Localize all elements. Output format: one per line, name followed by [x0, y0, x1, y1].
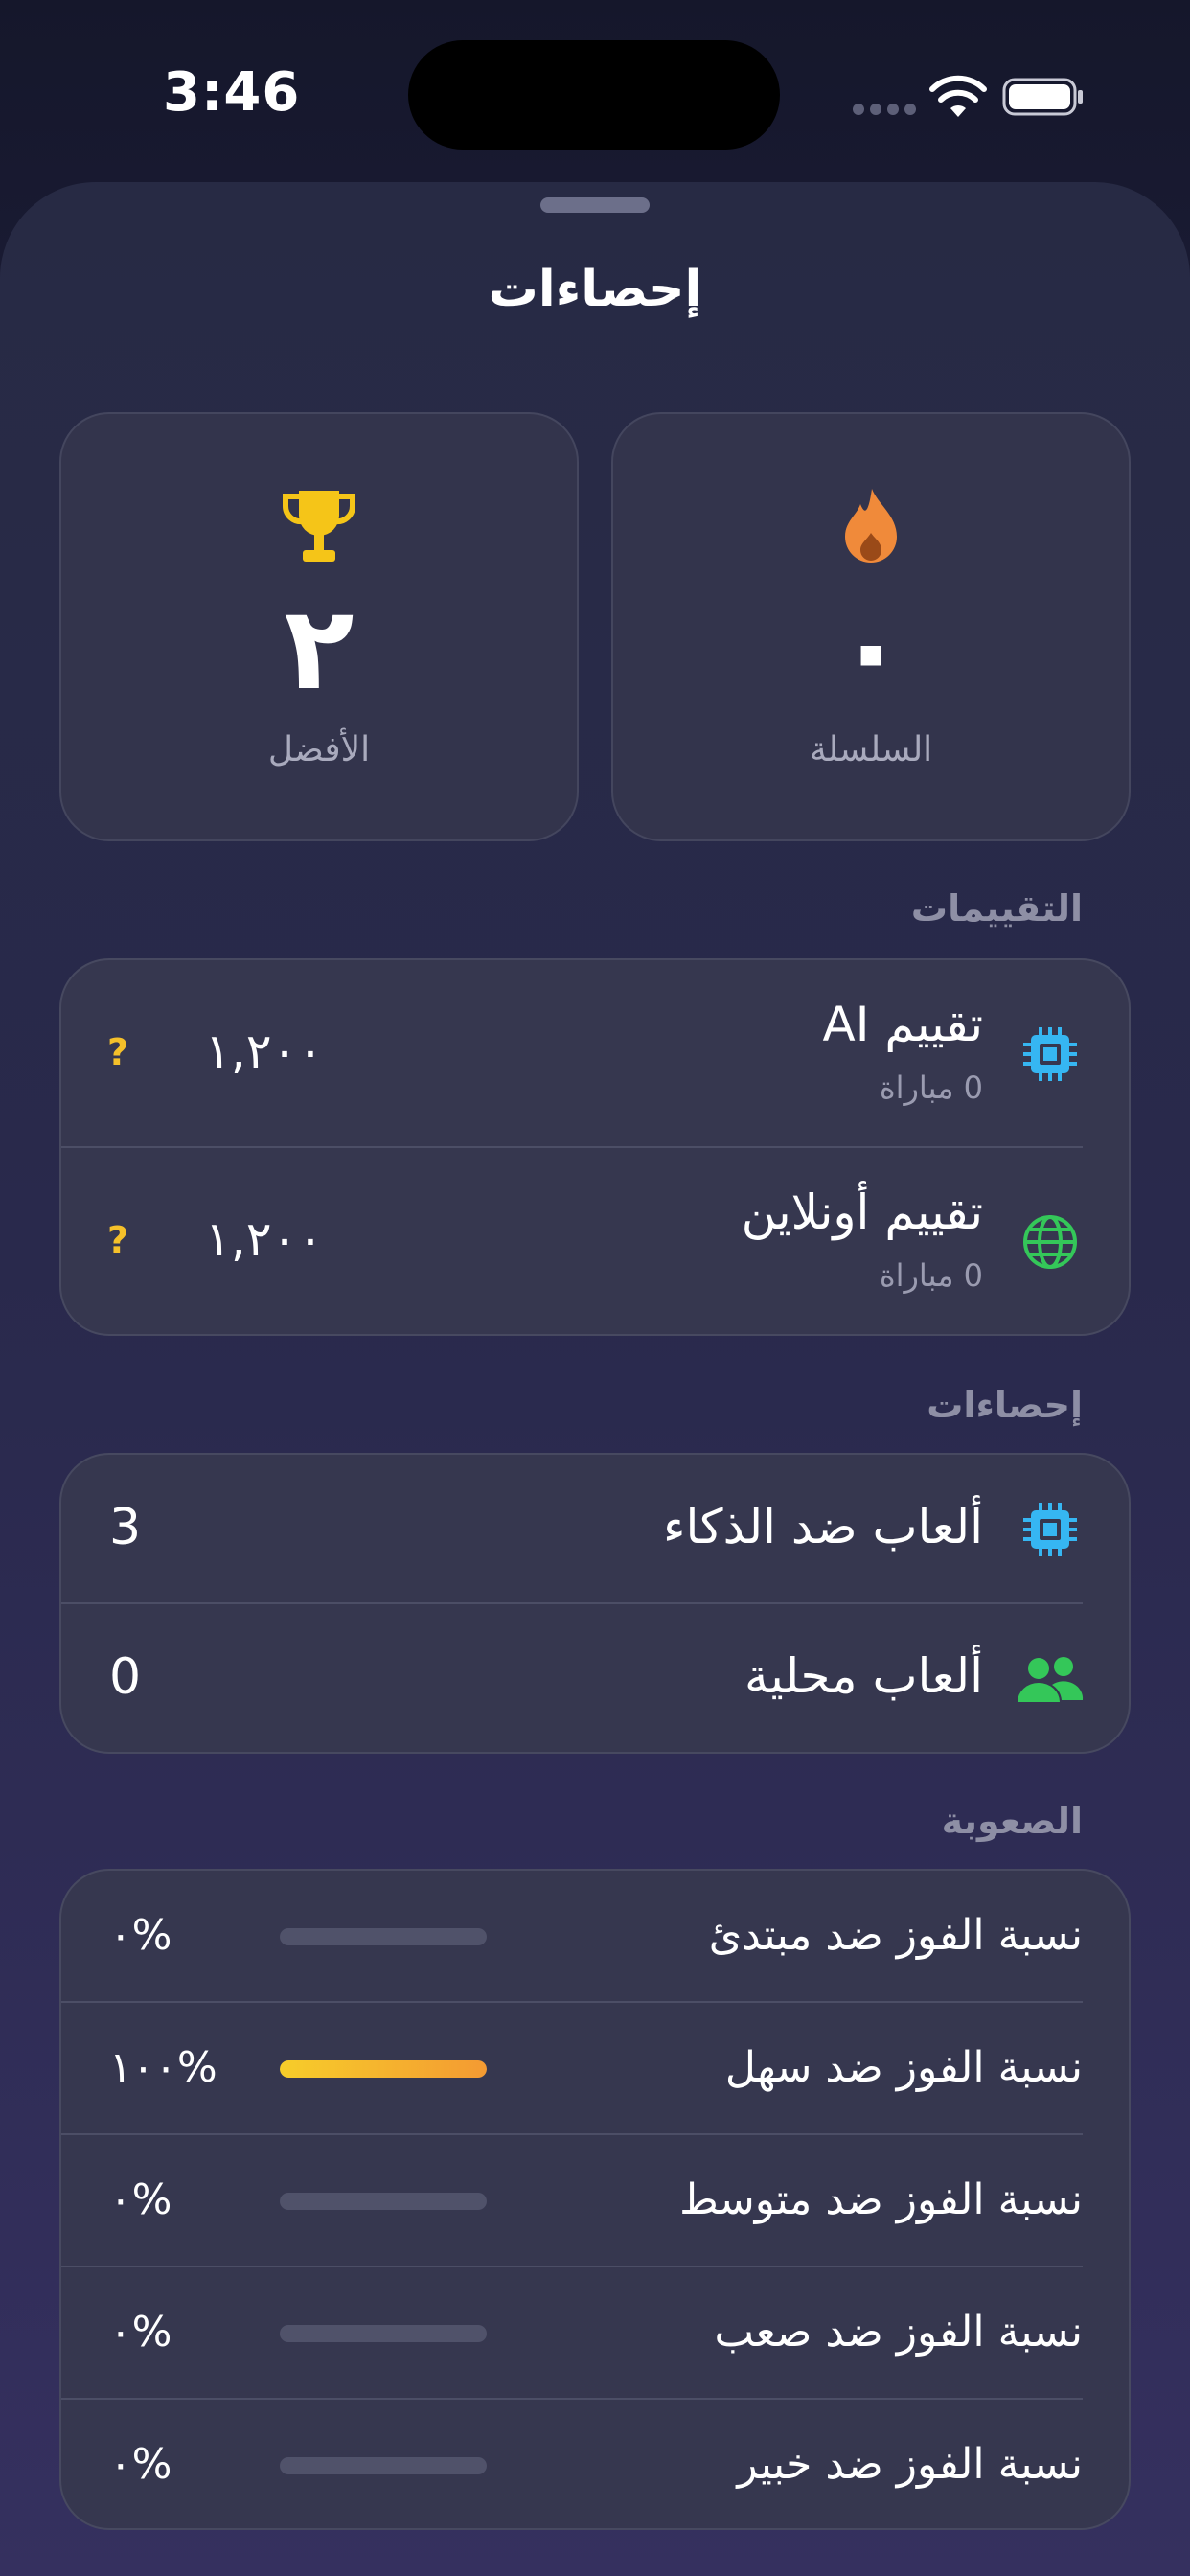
best-card: ٢ الأفضل	[59, 412, 579, 841]
difficulty-row: نسبة الفوز ضد سهل ١٠٠%	[61, 2003, 1129, 2135]
difficulty-label: نسبة الفوز ضد صعب	[714, 2308, 1083, 2357]
status-time: 3:46	[163, 61, 301, 124]
cellular-signal-icon	[853, 104, 916, 115]
difficulty-label: نسبة الفوز ضد مبتدئ	[708, 1911, 1083, 1960]
win-rate-percent: ١٠٠%	[109, 2043, 217, 2092]
difficulty-header: الصعوبة	[941, 1800, 1083, 1842]
win-rate-bar-fill	[280, 2060, 487, 2078]
best-value: ٢	[284, 583, 355, 716]
rating-ai-value: ١,٢٠٠	[205, 1024, 324, 1079]
best-label: الأفضل	[267, 730, 371, 770]
statistics-group: ألعاب ضد الذكاء 3 ألعاب محلية 0	[59, 1453, 1131, 1754]
cpu-icon	[1023, 1027, 1077, 1081]
sheet-grabber[interactable]	[540, 197, 650, 213]
win-rate-percent: ٠%	[109, 1911, 172, 1960]
statistics-header: إحصاءات	[927, 1384, 1083, 1426]
win-rate-bar	[280, 2325, 487, 2342]
rating-row-online[interactable]: تقييم أونلاين 0 مباراة ١,٢٠٠ ?	[61, 1148, 1129, 1334]
globe-icon	[1023, 1215, 1077, 1269]
difficulty-group: نسبة الفوز ضد مبتدئ ٠% نسبة الفوز ضد سهل…	[59, 1869, 1131, 2530]
page-title: إحصاءات	[488, 261, 702, 318]
rating-online-subtitle: 0 مباراة	[879, 1257, 983, 1294]
stat-row-ai-games[interactable]: ألعاب ضد الذكاء 3	[61, 1455, 1129, 1604]
rating-online-title: تقييم أونلاين	[741, 1184, 983, 1240]
flame-icon	[845, 489, 897, 563]
wifi-icon	[929, 75, 987, 117]
ai-games-count: 3	[109, 1499, 142, 1556]
trophy-icon	[282, 491, 356, 562]
difficulty-row: نسبة الفوز ضد متوسط ٠%	[61, 2135, 1129, 2267]
difficulty-label: نسبة الفوز ضد خبير	[737, 2440, 1083, 2489]
difficulty-row: نسبة الفوز ضد خبير ٠%	[61, 2400, 1129, 2528]
streak-value: ٠	[835, 583, 906, 716]
rating-ai-title: تقييم AI	[822, 997, 983, 1052]
local-games-count: 0	[109, 1648, 142, 1706]
rating-online-provisional-badge: ?	[107, 1219, 129, 1261]
ratings-group: تقييم AI 0 مباراة ١,٢٠٠ ? تقييم أونلاين …	[59, 958, 1131, 1336]
streak-label: السلسلة	[809, 730, 933, 770]
rating-row-ai[interactable]: تقييم AI 0 مباراة ١,٢٠٠ ?	[61, 960, 1129, 1148]
difficulty-row: نسبة الفوز ضد مبتدئ ٠%	[61, 1871, 1129, 2003]
dynamic-island	[408, 40, 780, 150]
win-rate-percent: ٠%	[109, 2308, 172, 2357]
stat-row-local-games[interactable]: ألعاب محلية 0	[61, 1604, 1129, 1752]
win-rate-bar	[280, 2060, 487, 2078]
battery-icon	[1002, 78, 1083, 116]
win-rate-percent: ٠%	[109, 2440, 172, 2489]
cpu-icon	[1023, 1503, 1077, 1556]
ai-games-title: ألعاب ضد الذكاء	[663, 1499, 983, 1554]
people-icon	[1018, 1657, 1084, 1702]
difficulty-row: نسبة الفوز ضد صعب ٠%	[61, 2267, 1129, 2400]
rating-ai-subtitle: 0 مباراة	[879, 1070, 983, 1106]
local-games-title: ألعاب محلية	[744, 1648, 983, 1704]
rating-ai-provisional-badge: ?	[107, 1031, 129, 1073]
win-rate-bar	[280, 2457, 487, 2474]
streak-card: ٠ السلسلة	[611, 412, 1131, 841]
difficulty-label: نسبة الفوز ضد متوسط	[679, 2175, 1083, 2224]
difficulty-label: نسبة الفوز ضد سهل	[724, 2043, 1083, 2092]
ratings-header: التقييمات	[910, 887, 1083, 930]
win-rate-percent: ٠%	[109, 2175, 172, 2224]
win-rate-bar	[280, 2193, 487, 2210]
win-rate-bar	[280, 1928, 487, 1945]
rating-online-value: ١,٢٠٠	[205, 1211, 324, 1267]
